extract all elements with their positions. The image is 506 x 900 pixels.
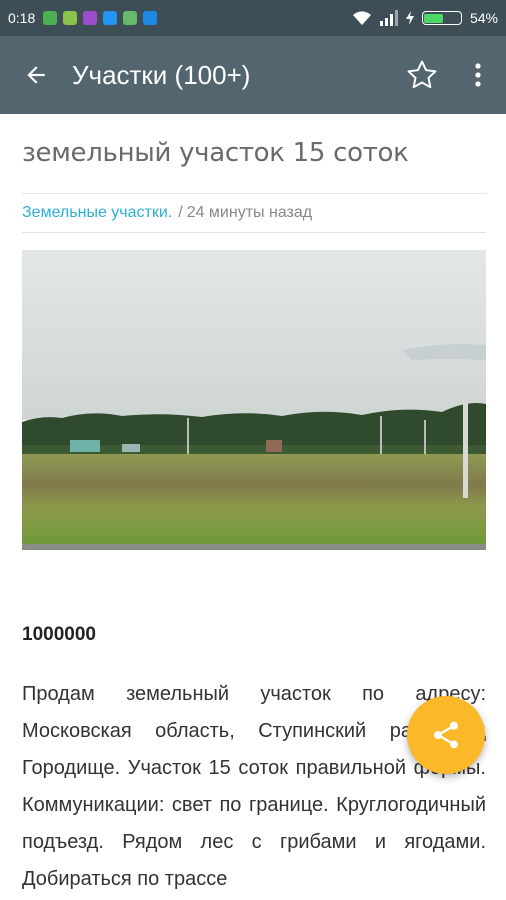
category-link[interactable]: Земельные участки. bbox=[22, 204, 172, 222]
signal-icon bbox=[379, 10, 398, 26]
favorite-button[interactable] bbox=[394, 36, 450, 114]
price: 1000000 bbox=[22, 624, 96, 645]
status-time: 0:18 bbox=[8, 10, 36, 26]
download-icon bbox=[43, 11, 58, 25]
share-button[interactable] bbox=[407, 696, 485, 774]
cloud-icon bbox=[143, 11, 158, 25]
post-photo[interactable] bbox=[22, 250, 486, 558]
back-button[interactable] bbox=[0, 36, 72, 114]
more-vert-icon bbox=[475, 63, 481, 87]
app-bar: Участки (100+) bbox=[0, 36, 506, 114]
battery-percent: 54% bbox=[469, 10, 498, 26]
app-title: Участки (100+) bbox=[72, 59, 251, 90]
app-icon bbox=[123, 11, 138, 25]
landscape-photo bbox=[22, 250, 486, 558]
post-time: 24 минуты назад bbox=[186, 204, 313, 221]
meta-separator: / bbox=[178, 204, 183, 221]
share-icon bbox=[434, 721, 458, 749]
viber-icon bbox=[83, 11, 98, 25]
battery-icon bbox=[421, 11, 462, 25]
app-icon bbox=[103, 11, 118, 25]
notification-icons bbox=[43, 11, 158, 25]
wifi-icon bbox=[352, 11, 371, 25]
post-title: земельный участок 15 соток bbox=[22, 138, 409, 168]
star-outline-icon bbox=[407, 60, 437, 89]
battery-fill bbox=[424, 13, 444, 23]
post-meta: Земельные участки. / 24 минуты назад bbox=[22, 193, 486, 233]
arrow-left-icon bbox=[27, 66, 45, 84]
post-content[interactable]: земельный участок 15 соток Земельные уча… bbox=[0, 114, 506, 900]
status-bar: 0:18 54% bbox=[0, 0, 506, 36]
app-icon bbox=[63, 11, 78, 25]
overflow-menu-button[interactable] bbox=[450, 36, 506, 114]
charging-icon bbox=[405, 11, 414, 25]
